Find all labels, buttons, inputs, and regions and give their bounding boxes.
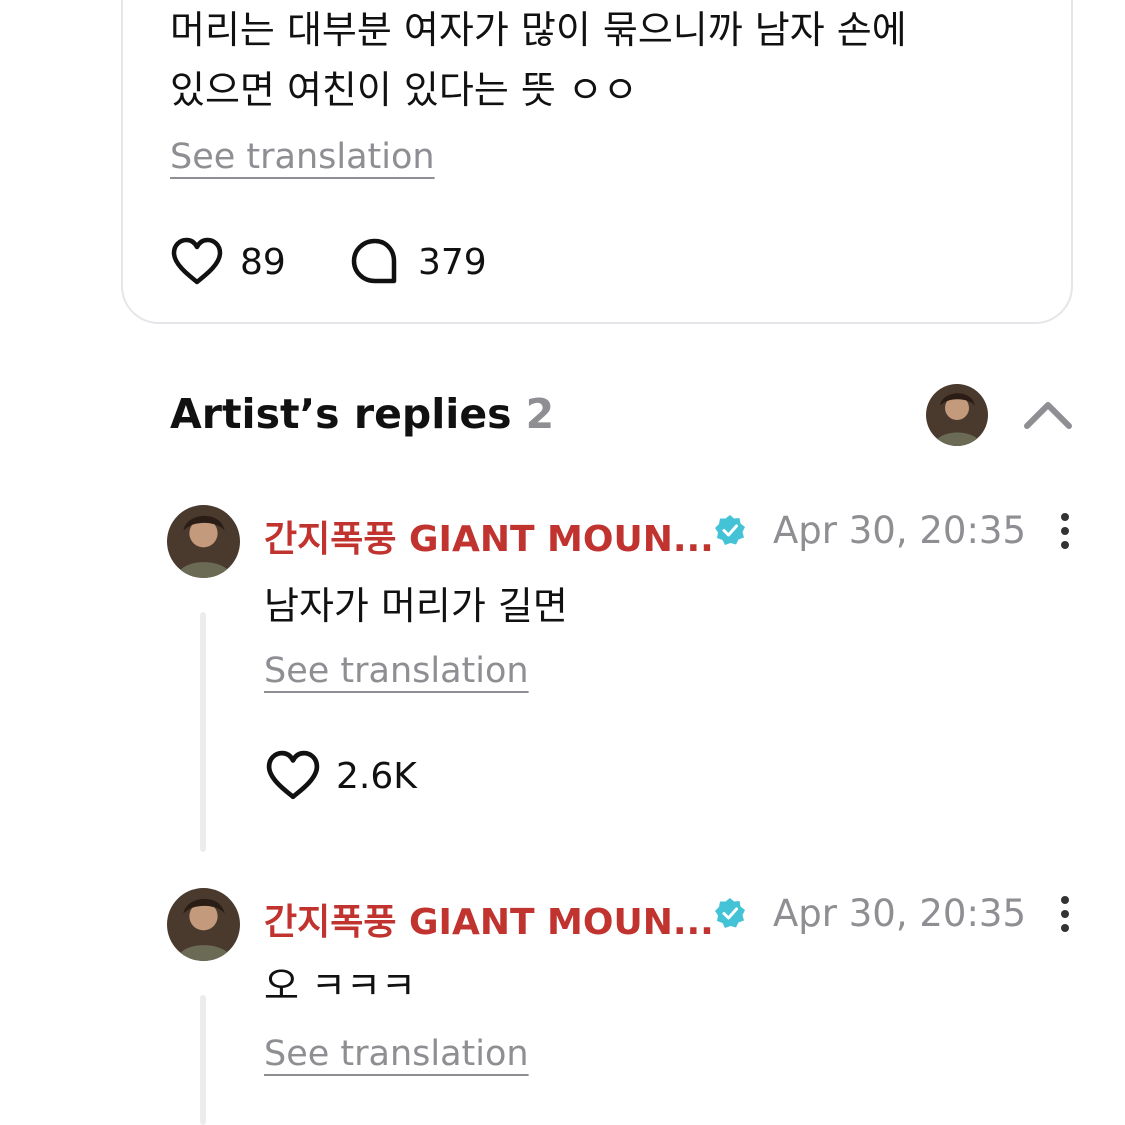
reply-text: 남자가 머리가 길면 <box>264 584 568 628</box>
chevron-up-icon <box>1022 402 1074 436</box>
post-comment-button[interactable]: 379 <box>350 237 487 287</box>
verified-badge-icon <box>714 514 746 546</box>
artist-avatar <box>926 384 988 446</box>
artist-replies-label: Artist’s replies <box>170 390 512 438</box>
more-options-button[interactable] <box>1059 896 1071 936</box>
thread-line <box>200 612 206 852</box>
more-vertical-icon <box>1059 896 1071 932</box>
reply-timestamp: Apr 30, 20:35 <box>773 509 1027 552</box>
reply-text: 오 ㅋㅋㅋ <box>264 964 416 1008</box>
reply-like-button[interactable]: 2.6K <box>264 750 417 802</box>
reply-timestamp: Apr 30, 20:35 <box>773 892 1027 935</box>
heart-icon <box>170 237 224 287</box>
reply-author-name[interactable]: 간지폭풍 GIANT MOUN... <box>264 893 714 945</box>
post-like-button[interactable]: 89 <box>170 237 286 287</box>
more-vertical-icon <box>1059 513 1071 549</box>
reply-like-count: 2.6K <box>336 755 417 797</box>
more-options-button[interactable] <box>1059 513 1071 553</box>
collapse-replies-button[interactable] <box>1022 396 1074 432</box>
post-text: 머리는 대부분 여자가 많이 묶으니까 남자 손에 있으면 여친이 있다는 뜻 … <box>170 0 1030 120</box>
verified-badge-icon <box>714 897 746 929</box>
artist-replies-title: Artist’s replies 2 <box>170 390 554 438</box>
reply-see-translation-link[interactable]: See translation <box>264 1034 529 1074</box>
heart-icon <box>264 750 322 802</box>
comment-bubble-icon <box>350 237 400 287</box>
thread-line <box>200 995 206 1125</box>
post-text-line: 있으면 여친이 있다는 뜻 ㅇㅇ <box>170 68 638 112</box>
post-like-count: 89 <box>240 241 286 283</box>
artist-replies-count: 2 <box>525 390 555 438</box>
reply-see-translation-link[interactable]: See translation <box>264 651 529 691</box>
reply-author-name[interactable]: 간지폭풍 GIANT MOUN... <box>264 510 714 562</box>
post-text-line: 머리는 대부분 여자가 많이 묶으니까 남자 손에 <box>170 8 907 52</box>
reply-author-avatar[interactable] <box>167 888 240 961</box>
reply-author-avatar[interactable] <box>167 505 240 578</box>
post-comment-count: 379 <box>418 241 487 283</box>
post-see-translation-link[interactable]: See translation <box>170 137 435 177</box>
